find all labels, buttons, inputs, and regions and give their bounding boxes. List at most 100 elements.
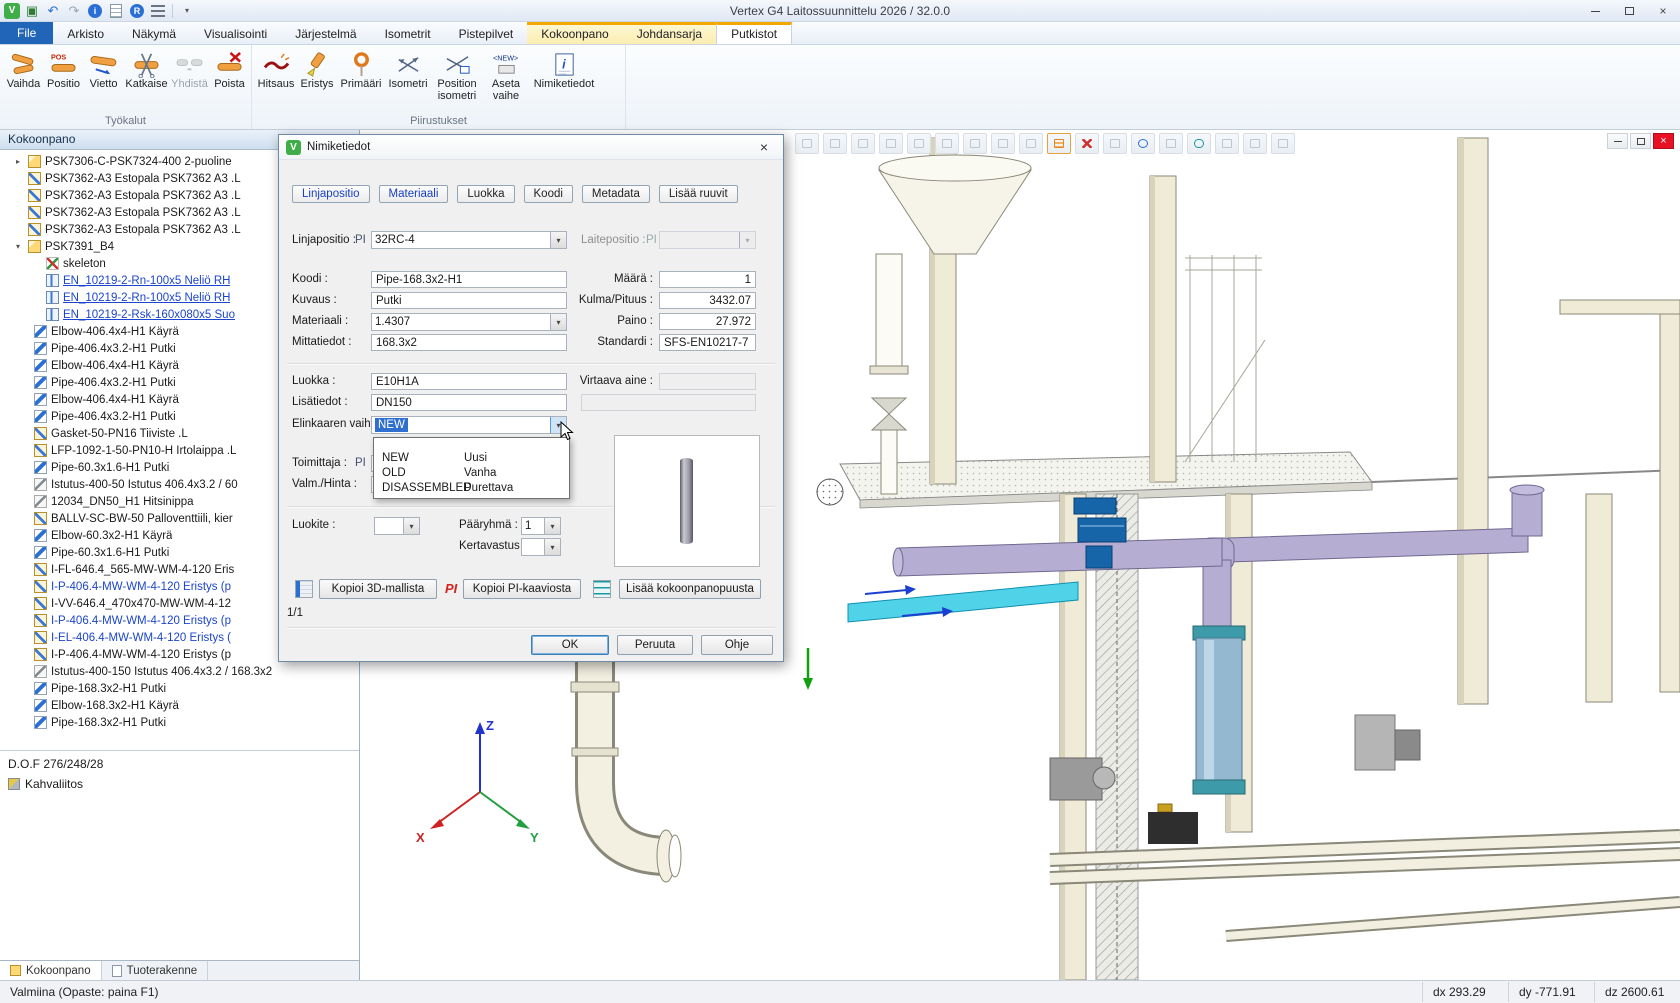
redo-icon[interactable]: ↷: [65, 2, 83, 19]
kulma-pituus-input[interactable]: 3432.07: [659, 292, 756, 309]
vertex-logo-icon[interactable]: V: [4, 3, 20, 19]
tab-jarjestelma[interactable]: Järjestelmä: [281, 22, 370, 44]
viewport-close-button[interactable]: ×: [1653, 133, 1674, 149]
tab-kokoonpano[interactable]: Kokoonpano: [527, 22, 622, 44]
section-icon[interactable]: [1019, 133, 1043, 154]
copy-from-pi-button[interactable]: Kopioi PI-kaaviosta: [463, 579, 581, 599]
tree-expander-icon[interactable]: ▾: [16, 242, 28, 251]
linjapositio-combo[interactable]: 32RC-4: [371, 231, 567, 249]
standardi-input[interactable]: SFS-EN10217-7: [659, 334, 756, 351]
purple-pipes[interactable]: [893, 485, 1544, 634]
chevron-down-icon[interactable]: [544, 518, 560, 534]
delete-icon[interactable]: [1075, 133, 1099, 154]
chevron-down-icon[interactable]: [544, 539, 560, 555]
elinkaaren-vaihe-combo[interactable]: NEW: [371, 416, 567, 434]
tab-pistepilvet[interactable]: Pistepilvet: [445, 22, 528, 44]
isometri-button[interactable]: Isometri: [385, 49, 431, 91]
assembly-table-icon[interactable]: [593, 580, 611, 598]
vietto-button[interactable]: Vietto: [84, 49, 123, 91]
lisatiedot-input[interactable]: DN150: [371, 394, 567, 411]
layers-icon[interactable]: [1159, 133, 1183, 154]
aseta-vaihe-button[interactable]: <NEW> Aseta vaihe: [483, 49, 529, 102]
front-view-icon[interactable]: [907, 133, 931, 154]
paino-input[interactable]: 27.972: [659, 313, 756, 330]
document-icon[interactable]: [110, 4, 122, 18]
shade-icon[interactable]: [963, 133, 987, 154]
dialog-close-icon[interactable]: ×: [752, 137, 776, 157]
pan-icon[interactable]: [851, 133, 875, 154]
materiaali-combo[interactable]: 1.4307: [371, 313, 567, 331]
tab-file[interactable]: File: [0, 22, 53, 44]
tab-isometrit[interactable]: Isometrit: [371, 22, 445, 44]
yhdista-button[interactable]: Yhdistä: [170, 49, 209, 91]
tab-arkisto[interactable]: Arkisto: [53, 22, 118, 44]
iso-view-icon[interactable]: [935, 133, 959, 154]
rotate-icon[interactable]: [879, 133, 903, 154]
kuvaus-input[interactable]: Putki: [371, 292, 567, 309]
maximize-button[interactable]: [1612, 0, 1646, 22]
minimize-button[interactable]: [1578, 0, 1612, 22]
mittatiedot-input[interactable]: 168.3x2: [371, 334, 567, 351]
poista-button[interactable]: Poista: [210, 49, 249, 91]
orbit-icon[interactable]: [1131, 133, 1155, 154]
luokka-input[interactable]: E10H1A: [371, 373, 567, 390]
maara-input[interactable]: 1: [659, 271, 756, 288]
ok-button[interactable]: OK: [531, 635, 609, 655]
catalog-book-icon[interactable]: [295, 580, 313, 598]
paaryhma-combo[interactable]: 1: [521, 517, 561, 535]
viewport-maximize-button[interactable]: [1630, 133, 1651, 149]
katkaise-button[interactable]: Katkaise: [124, 49, 169, 91]
primaari-button[interactable]: Primääri: [338, 49, 384, 91]
add-from-tree-button[interactable]: Lisää kokoonpanopuusta: [619, 579, 761, 599]
highlighted-pipe[interactable]: [848, 582, 1078, 622]
close-button[interactable]: ×: [1646, 0, 1680, 22]
wireframe-icon[interactable]: [991, 133, 1015, 154]
elbow-pipe[interactable]: [571, 630, 681, 882]
tab-johdansarja[interactable]: Johdansarja: [623, 22, 716, 44]
kertavastus-combo[interactable]: [521, 538, 561, 556]
help-button[interactable]: Ohje: [701, 635, 773, 655]
lifecycle-option[interactable]: OLD Vanha: [374, 465, 569, 480]
lifecycle-option[interactable]: NEW Uusi: [374, 450, 569, 465]
measure-icon[interactable]: [1103, 133, 1127, 154]
camera-icon[interactable]: [1271, 133, 1295, 154]
tree-item[interactable]: Pipe-168.3x2-H1 Putki: [0, 680, 359, 697]
dialog-tab-luokka[interactable]: Luokka: [457, 185, 514, 203]
undo-icon[interactable]: ↶: [44, 2, 62, 19]
tree-item[interactable]: Pipe-168.3x2-H1 Putki: [0, 714, 359, 731]
zoom-icon[interactable]: [823, 133, 847, 154]
dialog-titlebar[interactable]: V Nimiketiedot ×: [279, 135, 783, 160]
vaihda-button[interactable]: Vaihda: [4, 49, 43, 91]
save-icon[interactable]: ▣: [23, 2, 41, 19]
dialog-tab-koodi[interactable]: Koodi: [524, 185, 573, 203]
copy-from-3d-button[interactable]: Kopioi 3D-mallista: [319, 579, 437, 599]
qat-dropdown-icon[interactable]: ▾: [178, 2, 196, 19]
cancel-button[interactable]: Peruuta: [617, 635, 693, 655]
tab-visualisointi[interactable]: Visualisointi: [190, 22, 281, 44]
fit-icon[interactable]: [795, 133, 819, 154]
settings-sliders-icon[interactable]: [151, 5, 165, 17]
luokite-combo[interactable]: [374, 517, 420, 535]
r-badge-icon[interactable]: R: [130, 4, 144, 18]
grid-icon[interactable]: [1047, 133, 1071, 154]
dialog-tab-metadata[interactable]: Metadata: [582, 185, 650, 203]
snap-icon[interactable]: [1243, 133, 1267, 154]
dialog-tab-materiaali[interactable]: Materiaali: [379, 185, 449, 203]
koodi-input[interactable]: Pipe-168.3x2-H1: [371, 271, 567, 288]
nimiketiedot-button[interactable]: i Nimiketiedot: [530, 49, 598, 91]
positio-button[interactable]: POS Positio: [44, 49, 83, 91]
tree-item[interactable]: Elbow-168.3x2-H1 Käyrä: [0, 697, 359, 714]
viewport-minimize-button[interactable]: [1607, 133, 1628, 149]
info-icon[interactable]: i: [88, 4, 102, 18]
lifecycle-option[interactable]: DISASSEMBLED Purettava: [374, 480, 569, 495]
dialog-tab-linjapositio[interactable]: Linjapositio: [292, 185, 370, 203]
chevron-down-icon[interactable]: [550, 314, 566, 330]
panel-tab-tuoterakenne[interactable]: Tuoterakenne: [102, 961, 209, 980]
chevron-down-icon[interactable]: [403, 518, 419, 534]
dialog-tab-lisaa-ruuvit[interactable]: Lisää ruuvit: [659, 185, 738, 203]
tree-expander-icon[interactable]: ▸: [16, 157, 28, 166]
tab-putkistot[interactable]: Putkistot: [716, 22, 792, 44]
chevron-down-icon[interactable]: [550, 232, 566, 248]
position-isometri-button[interactable]: Position isometri: [432, 49, 482, 102]
hitsaus-button[interactable]: Hitsaus: [256, 49, 296, 91]
